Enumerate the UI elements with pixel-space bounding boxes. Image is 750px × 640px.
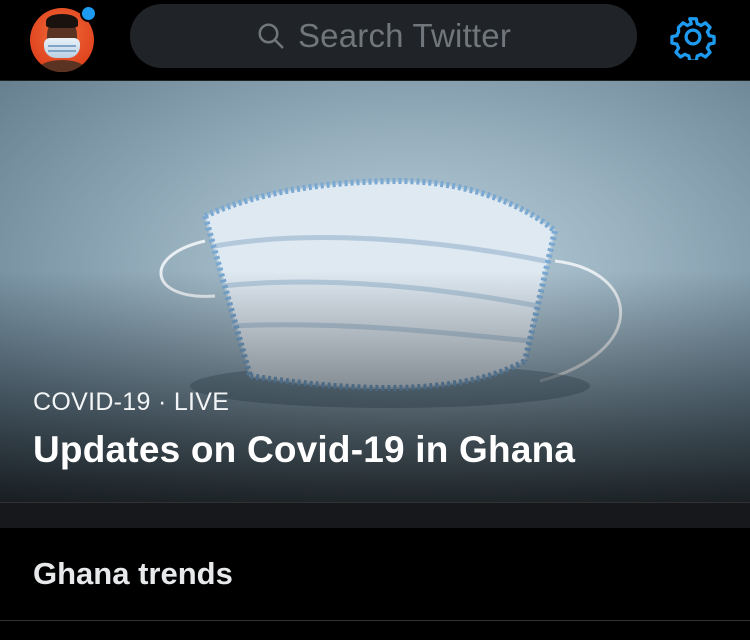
explore-screen: Search Twitter COVID-19 · LIVE Updates o…: [0, 0, 750, 640]
notification-dot: [80, 5, 97, 22]
avatar-shoulders: [38, 60, 86, 72]
top-bar: Search Twitter: [0, 0, 750, 81]
avatar-hair: [46, 14, 78, 28]
trends-title: Ghana trends: [33, 556, 233, 591]
search-bar[interactable]: Search Twitter: [130, 4, 637, 68]
avatar-mask: [44, 38, 80, 58]
featured-event[interactable]: COVID-19 · LIVE Updates on Covid-19 in G…: [0, 81, 750, 502]
trends-section-header: Ghana trends: [0, 528, 750, 621]
search-icon: [258, 23, 284, 49]
hero-meta: COVID-19 · LIVE: [33, 388, 230, 416]
gear-icon[interactable]: [670, 14, 716, 60]
search-placeholder: Search Twitter: [297, 17, 512, 54]
section-divider: [0, 502, 750, 529]
hero-title[interactable]: Updates on Covid-19 in Ghana: [33, 429, 575, 471]
hero-caption: COVID-19 · LIVE Updates on Covid-19 in G…: [33, 388, 575, 471]
